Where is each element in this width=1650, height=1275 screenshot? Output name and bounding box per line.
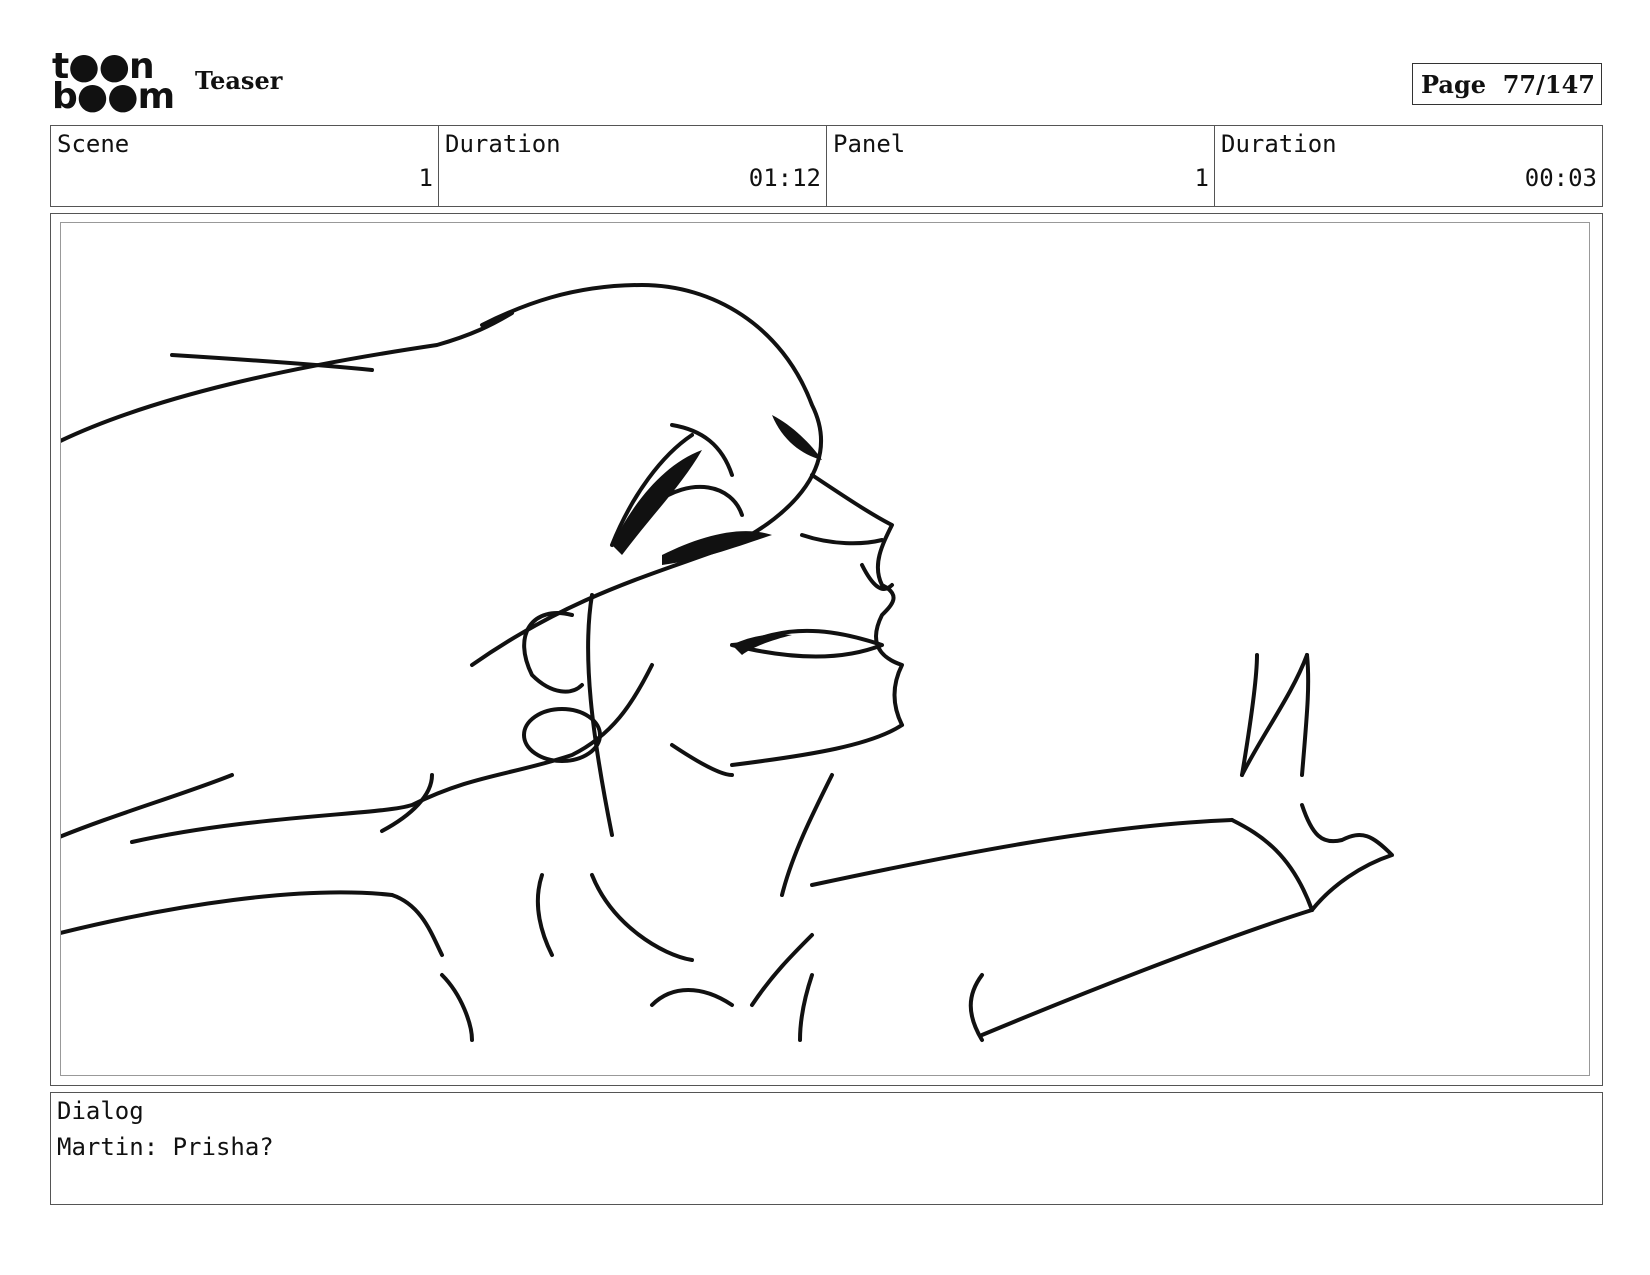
jaw-line bbox=[730, 723, 904, 767]
logo-line-2: b●●m bbox=[52, 76, 175, 117]
page-value: 77/147 bbox=[1502, 69, 1595, 99]
hair-top-stroke bbox=[470, 283, 823, 667]
scene-duration-cell: Duration 01:12 bbox=[439, 126, 827, 206]
panel-duration-label: Duration bbox=[1221, 130, 1337, 158]
neck-left bbox=[586, 593, 614, 837]
scene-duration-value: 01:12 bbox=[748, 164, 821, 192]
body-curve-left bbox=[440, 973, 474, 1042]
dialog-text: Martin: Prisha? bbox=[57, 1133, 274, 1161]
scene-value: 1 bbox=[418, 164, 433, 192]
page-indicator: Page 77/147 bbox=[1412, 63, 1602, 105]
shoulder-curve bbox=[390, 893, 444, 957]
collar-lower bbox=[750, 933, 814, 1007]
chest-lower bbox=[650, 988, 734, 1007]
thumb bbox=[1300, 803, 1394, 912]
toonboom-logo: t●●n b●●m bbox=[52, 49, 175, 118]
scene-duration-label: Duration bbox=[445, 130, 561, 158]
eye-lower-fill bbox=[662, 531, 772, 565]
neck-right bbox=[780, 773, 834, 897]
collar bbox=[590, 873, 694, 962]
panel-info-row: Scene 1 Duration 01:12 Panel 1 Duration … bbox=[50, 125, 1603, 207]
panel-label: Panel bbox=[833, 130, 906, 158]
shoulder-left bbox=[61, 890, 394, 935]
hair-streak-upper bbox=[61, 311, 514, 443]
hand-wrist bbox=[1230, 818, 1314, 912]
brow-fill bbox=[772, 415, 822, 460]
hair-wave bbox=[380, 773, 434, 833]
arm-bottom bbox=[980, 908, 1314, 1037]
brow bbox=[800, 533, 884, 546]
finger-2 bbox=[1300, 653, 1311, 777]
page-label: Page bbox=[1421, 69, 1487, 99]
panel-value: 1 bbox=[1194, 164, 1209, 192]
cheek-line bbox=[670, 743, 734, 777]
scene-cell: Scene 1 bbox=[51, 126, 439, 206]
dialog-box: Dialog Martin: Prisha? bbox=[50, 1092, 1603, 1205]
panel-duration-value: 00:03 bbox=[1524, 164, 1597, 192]
scene-label: Scene bbox=[57, 130, 130, 158]
arm-top bbox=[810, 818, 1234, 887]
dialog-label: Dialog bbox=[57, 1097, 144, 1125]
storyboard-panel bbox=[50, 213, 1603, 1086]
project-title: Teaser bbox=[195, 66, 283, 95]
chest-curve bbox=[535, 873, 554, 957]
ear bbox=[522, 611, 584, 694]
panel-drawing-area bbox=[60, 222, 1590, 1076]
earring bbox=[522, 707, 602, 763]
body-curve-mid bbox=[798, 973, 814, 1042]
body-curve-right bbox=[968, 973, 984, 1042]
panel-cell: Panel 1 bbox=[827, 126, 1215, 206]
storyboard-sketch bbox=[61, 283, 1394, 1042]
panel-duration-cell: Duration 00:03 bbox=[1215, 126, 1602, 206]
face-profile bbox=[810, 473, 904, 727]
